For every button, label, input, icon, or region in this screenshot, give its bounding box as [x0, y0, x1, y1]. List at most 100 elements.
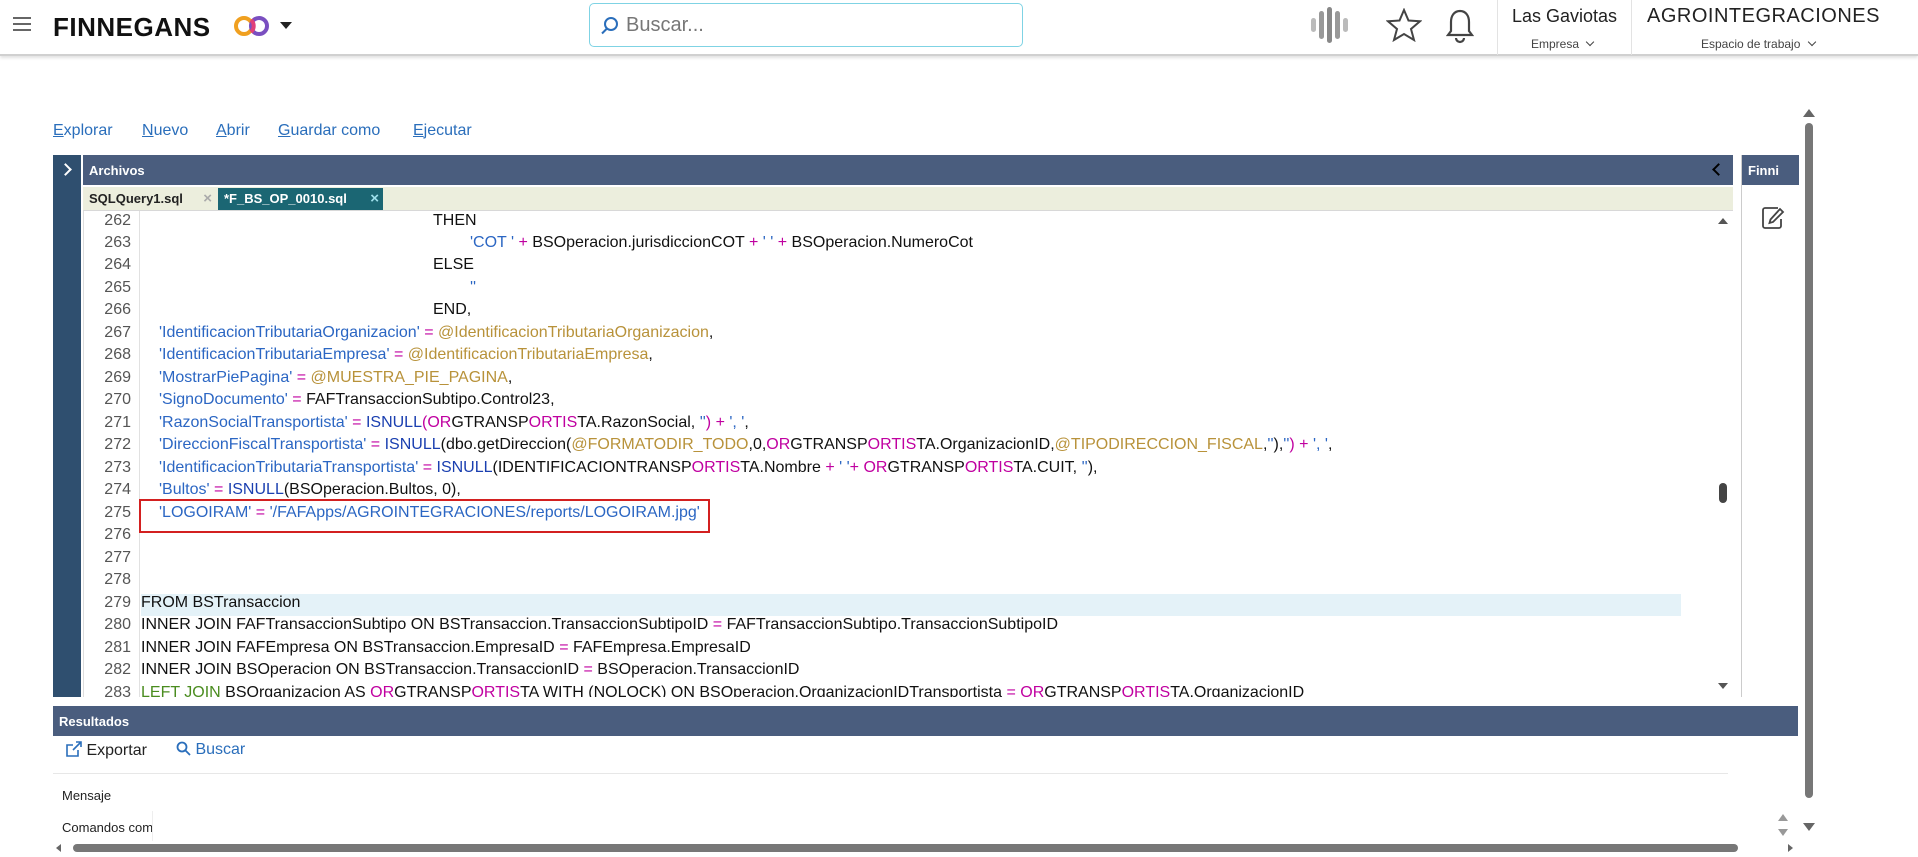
company-selector[interactable]: Empresa — [1531, 37, 1595, 51]
code-line[interactable]: 'RazonSocialTransportista' = ISNULL(ORGT… — [141, 414, 749, 436]
line-number: 280 — [104, 616, 131, 633]
global-search[interactable] — [589, 3, 1023, 47]
line-number: 277 — [104, 549, 131, 566]
code-line[interactable]: 'IdentificacionTributariaEmpresa' = @Ide… — [141, 346, 653, 368]
bell-icon[interactable] — [1446, 8, 1474, 44]
code-token: ' ' — [834, 459, 850, 476]
results-search-button[interactable]: Buscar — [176, 741, 245, 759]
code-line[interactable]: 'SignoDocumento' = FAFTransaccionSubtipo… — [141, 391, 555, 413]
code-token: @TIPODIRECCION_FISCAL — [1054, 436, 1263, 453]
workspace-selector[interactable]: Espacio de trabajo — [1701, 37, 1816, 51]
line-number-gutter: 262 263 264 265 266 267 268 269 270 271 … — [84, 211, 140, 697]
nuevo-label: uevo — [153, 122, 189, 139]
code-token: ,0, — [748, 436, 767, 453]
voice-icon[interactable] — [1308, 6, 1350, 44]
star-icon[interactable] — [1386, 8, 1422, 42]
code-token: OR — [1121, 684, 1146, 697]
code-line[interactable]: 'MostrarPiePagina' = @MUESTRA_PIE_PAGINA… — [141, 369, 512, 391]
line-number: 269 — [104, 369, 131, 386]
results-panel-title: Resultados — [59, 714, 130, 729]
code-token: 'DireccionFiscalTransportista' — [159, 436, 367, 453]
horizontal-scrollbar[interactable] — [53, 841, 1798, 855]
line-number: 266 — [104, 301, 131, 318]
tab-f-bs-op-0010[interactable]: *F_BS_OP_0010.sql × — [218, 188, 383, 210]
code-token: , — [708, 324, 714, 341]
explorar-link[interactable]: Explorar — [53, 122, 113, 140]
code-editor[interactable]: 262 263 264 265 266 267 268 269 270 271 … — [83, 211, 1733, 697]
code-token: BSOperacion.NumeroCot — [787, 234, 973, 251]
file-tabs: SQLQuery1.sql × *F_BS_OP_0010.sql × — [83, 187, 1733, 211]
code-token: = — [287, 391, 307, 408]
close-icon[interactable]: × — [203, 190, 212, 207]
menu-icon[interactable] — [13, 17, 31, 31]
code-token: GTRANSP — [451, 414, 529, 431]
code-line[interactable]: ELSE — [141, 256, 474, 278]
code-line[interactable]: LEFT JOIN BSOrganizacion AS ORGTRANSPORT… — [141, 684, 1304, 697]
code-token: = — [583, 661, 593, 678]
code-line[interactable]: INNER JOIN BSOperacion ON BSTransaccion.… — [141, 661, 799, 683]
code-token: ', ' — [1312, 436, 1328, 453]
brand-name[interactable]: FINNEGANS — [53, 12, 211, 43]
line-number: 270 — [104, 391, 131, 408]
code-token: THEN — [433, 212, 477, 229]
close-icon[interactable]: × — [370, 190, 379, 207]
code-token: OR — [863, 459, 888, 476]
code-token: GTRANSP — [1044, 684, 1122, 697]
code-token: 'SignoDocumento' — [159, 391, 288, 408]
code-token: , — [507, 369, 513, 386]
line-number: 278 — [104, 571, 131, 588]
abrir-access-key: A — [216, 122, 227, 139]
code-line[interactable]: INNER JOIN FAFTransaccionSubtipo ON BSTr… — [141, 616, 1058, 638]
code-token: OR — [471, 684, 496, 697]
results-item-comandos[interactable]: Comandos comp — [53, 811, 153, 841]
code-line[interactable]: '' — [141, 279, 476, 301]
guardar-label: uardar como — [290, 122, 381, 139]
export-button[interactable]: Exportar — [66, 741, 147, 760]
code-token: + — [849, 459, 860, 476]
results-item-mensaje[interactable]: Mensaje — [62, 788, 111, 803]
code-line[interactable]: 'DireccionFiscalTransportista' = ISNULL(… — [141, 436, 1332, 458]
code-line[interactable]: 'IdentificacionTributariaTransportista' … — [141, 459, 1097, 481]
code-line[interactable]: 'IdentificacionTributariaOrganizacion' =… — [141, 324, 713, 346]
code-token: '' — [470, 279, 477, 296]
code-line[interactable]: FROM BSTransaccion — [141, 594, 1681, 616]
line-number: 272 — [104, 436, 131, 453]
code-line[interactable]: THEN — [141, 212, 477, 234]
line-number: 263 — [104, 234, 131, 251]
code-token: = — [1006, 684, 1016, 697]
code-token: BSOrganizacion AS — [220, 684, 371, 697]
explorer-toggle[interactable] — [53, 155, 81, 697]
code-token: = — [209, 481, 228, 498]
code-line[interactable]: 'COT ' + BSOperacion.jurisdiccionCOT + '… — [141, 234, 973, 256]
code-vertical-scrollbar[interactable] — [1713, 211, 1733, 697]
code-token: @MUESTRA_PIE_PAGINA — [310, 369, 508, 386]
chevron-left-icon[interactable] — [1712, 163, 1725, 176]
code-token: ) + — [1289, 436, 1313, 453]
code-token: = — [389, 346, 408, 363]
code-token: @IdentificacionTributariaEmpresa — [407, 346, 649, 363]
tab-sqlquery1[interactable]: SQLQuery1.sql × — [83, 188, 216, 210]
chevron-down-icon[interactable] — [280, 22, 292, 29]
code-line[interactable]: INNER JOIN FAFEmpresa ON BSTransaccion.E… — [141, 639, 751, 661]
ejecutar-link[interactable]: Ejecutar — [413, 122, 472, 140]
code-token: = — [366, 436, 385, 453]
workspace-name[interactable]: AGROINTEGRACIONES — [1647, 5, 1880, 28]
highlight-annotation-box — [139, 499, 710, 533]
company-name[interactable]: Las Gaviotas — [1512, 6, 1617, 27]
code-token: = — [419, 324, 438, 341]
search-input[interactable] — [626, 12, 1006, 38]
code-token: ISNULL — [436, 459, 493, 476]
code-line[interactable]: END, — [141, 301, 471, 323]
edit-note-icon[interactable] — [1760, 205, 1786, 231]
line-number: 265 — [104, 279, 131, 296]
chevron-right-icon — [59, 163, 72, 176]
code-token: ISNULL — [365, 414, 422, 431]
code-token: 'MostrarPiePagina' — [159, 369, 293, 386]
abrir-link[interactable]: Abrir — [216, 122, 250, 140]
page-vertical-scrollbar[interactable] — [1800, 105, 1818, 840]
guardar-como-link[interactable]: Guardar como — [278, 122, 380, 140]
nuevo-link[interactable]: Nuevo — [142, 122, 188, 140]
code-token: FROM BSTransaccion — [141, 594, 301, 611]
explorar-access-key: E — [53, 122, 64, 139]
resize-handle-icon[interactable] — [1776, 812, 1790, 838]
